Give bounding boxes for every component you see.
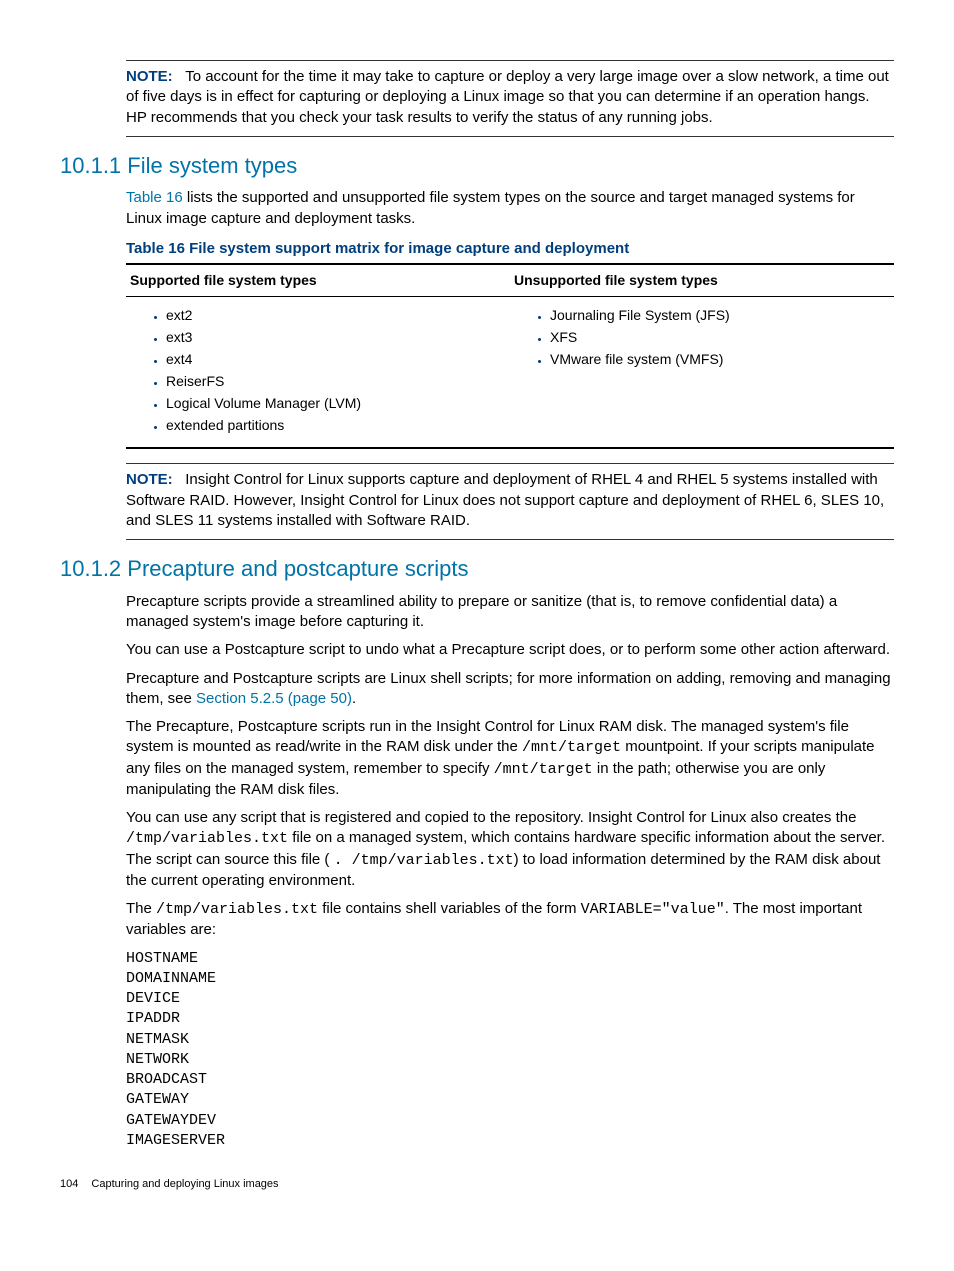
list-item: ReiserFS xyxy=(166,372,506,391)
code-inline: /mnt/target xyxy=(494,761,593,778)
col-header-unsupported: Unsupported file system types xyxy=(510,264,894,296)
code-inline: /tmp/variables.txt xyxy=(156,901,318,918)
paragraph: You can use a Postcapture script to undo… xyxy=(126,640,894,660)
note-label: NOTE: xyxy=(126,68,173,85)
footer-title: Capturing and deploying Linux images xyxy=(91,1178,278,1190)
col-header-supported: Supported file system types xyxy=(126,264,510,296)
unsupported-list: Journaling File System (JFS) XFS VMware … xyxy=(514,306,890,369)
code-inline: . /tmp/variables.txt xyxy=(334,852,514,869)
paragraph: Precapture scripts provide a streamlined… xyxy=(126,592,894,633)
paragraph: The Precapture, Postcapture scripts run … xyxy=(126,717,894,800)
variables-block: HOSTNAME DOMAINNAME DEVICE IPADDR NETMAS… xyxy=(126,949,894,1152)
paragraph: Precapture and Postcapture scripts are L… xyxy=(126,669,894,710)
page-number: 104 xyxy=(60,1178,78,1190)
paragraph: The /tmp/variables.txt file contains she… xyxy=(126,899,894,941)
supported-list: ext2 ext3 ext4 ReiserFS Logical Volume M… xyxy=(130,306,506,434)
list-item: ext4 xyxy=(166,350,506,369)
section-link[interactable]: Section 5.2.5 (page 50) xyxy=(196,690,352,707)
list-item: Logical Volume Manager (LVM) xyxy=(166,394,506,413)
list-item: extended partitions xyxy=(166,416,506,435)
paragraph: You can use any script that is registere… xyxy=(126,808,894,891)
list-item: Journaling File System (JFS) xyxy=(550,306,890,325)
note-box-1: NOTE: To account for the time it may tak… xyxy=(126,60,894,137)
table-link[interactable]: Table 16 xyxy=(126,189,183,206)
note-text: To account for the time it may take to c… xyxy=(126,68,889,126)
code-inline: VARIABLE="value" xyxy=(581,901,725,918)
code-inline: /tmp/variables.txt xyxy=(126,830,288,847)
list-item: ext3 xyxy=(166,328,506,347)
note-text: Insight Control for Linux supports captu… xyxy=(126,471,884,529)
list-item: ext2 xyxy=(166,306,506,325)
note-box-2: NOTE: Insight Control for Linux supports… xyxy=(126,463,894,540)
filesystem-table: Supported file system types Unsupported … xyxy=(126,263,894,449)
list-item: XFS xyxy=(550,328,890,347)
note-label: NOTE: xyxy=(126,471,173,488)
list-item: VMware file system (VMFS) xyxy=(550,350,890,369)
section-heading-2: 10.1.2 Precapture and postcapture script… xyxy=(60,554,894,584)
page-footer: 104 Capturing and deploying Linux images xyxy=(60,1177,894,1192)
intro-text: lists the supported and unsupported file… xyxy=(126,189,855,226)
section-heading-1: 10.1.1 File system types xyxy=(60,151,894,181)
section1-intro: Table 16 lists the supported and unsuppo… xyxy=(126,188,894,229)
table-caption: Table 16 File system support matrix for … xyxy=(126,239,894,259)
code-inline: /mnt/target xyxy=(522,739,621,756)
